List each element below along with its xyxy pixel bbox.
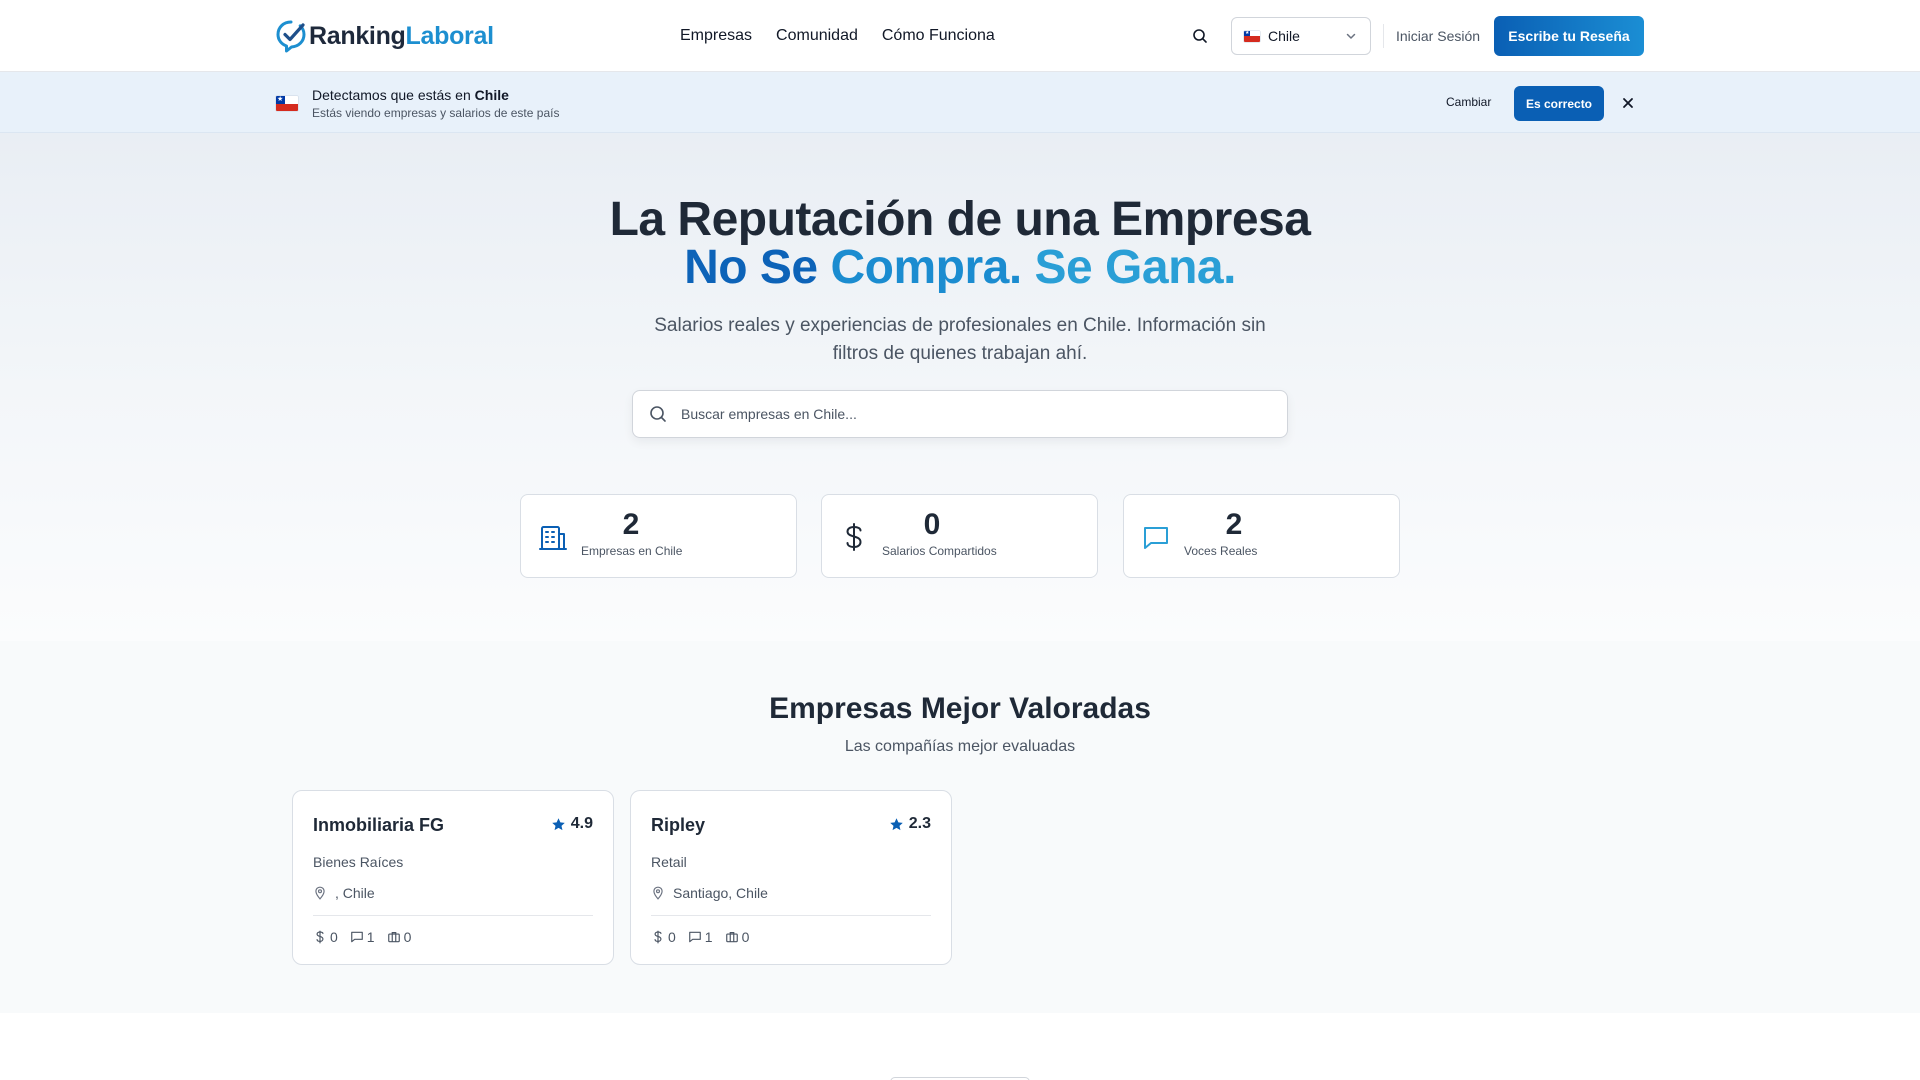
map-pin-icon bbox=[653, 886, 663, 900]
header-search-button[interactable] bbox=[1188, 24, 1212, 48]
nav-comunidad[interactable]: Comunidad bbox=[776, 24, 858, 48]
dollar-icon bbox=[846, 523, 862, 551]
company-name: Inmobiliaria FG bbox=[313, 815, 445, 835]
review-count: 1 bbox=[688, 928, 713, 946]
stat-card-salaries: 0 Salarios Compartidos bbox=[821, 494, 1098, 578]
logo-check-icon bbox=[276, 20, 306, 53]
dollar-icon bbox=[654, 930, 662, 944]
stat-card-companies: 2 Empresas en Chile bbox=[520, 494, 797, 578]
search-icon bbox=[1193, 29, 1207, 43]
stat-label: Empresas en Chile bbox=[581, 544, 683, 558]
map-pin-icon bbox=[315, 886, 325, 900]
logo-text: RankingLaboral bbox=[309, 21, 494, 50]
stat-label: Salarios Compartidos bbox=[882, 544, 997, 558]
company-location: Santiago, Chile bbox=[651, 884, 768, 902]
hero-title: La Reputación de una Empresa bbox=[609, 193, 1311, 246]
hero-subtitle: No Se Compra. Se Gana. bbox=[684, 241, 1236, 294]
job-count: 0 bbox=[725, 928, 749, 946]
company-industry: Bienes Raíces bbox=[313, 854, 404, 870]
top-rated-section: Empresas Mejor Valoradas Las compañías m… bbox=[0, 641, 1920, 1013]
logo[interactable]: RankingLaboral bbox=[275, 18, 494, 54]
company-metrics: 0 1 0 bbox=[313, 928, 411, 946]
company-rating: 4.9 bbox=[551, 813, 593, 835]
company-industry: Retail bbox=[651, 854, 687, 870]
banner-subtitle: Estás viendo empresas y salarios de este… bbox=[312, 106, 560, 120]
stat-label: Voces Reales bbox=[1184, 544, 1258, 558]
stat-value: 2 bbox=[1225, 508, 1243, 541]
company-name: Ripley bbox=[651, 815, 706, 835]
review-count: 1 bbox=[350, 928, 375, 946]
hero-section: La Reputación de una Empresa No Se Compr… bbox=[0, 133, 1920, 641]
login-link[interactable]: Iniciar Sesión bbox=[1396, 26, 1480, 46]
building-icon bbox=[539, 526, 567, 550]
briefcase-icon bbox=[725, 932, 738, 943]
chile-flag-icon: ★ bbox=[276, 96, 298, 111]
chile-flag-icon: ★ bbox=[1244, 30, 1260, 42]
stat-value: 0 bbox=[923, 508, 941, 541]
card-divider bbox=[313, 915, 593, 916]
close-banner-button[interactable] bbox=[1619, 94, 1637, 112]
change-country-button[interactable]: Cambiar bbox=[1440, 92, 1497, 112]
company-metrics: 0 1 0 bbox=[651, 928, 749, 946]
salary-count: 0 bbox=[651, 928, 676, 946]
country-select[interactable]: ★ Chile bbox=[1231, 17, 1371, 55]
chat-icon bbox=[350, 931, 363, 943]
company-rating: 2.3 bbox=[889, 813, 931, 835]
chat-icon bbox=[688, 931, 701, 943]
company-card[interactable]: Ripley 2.3 Retail Santiago, Chile 0 1 0 bbox=[630, 790, 952, 965]
job-count: 0 bbox=[387, 928, 411, 946]
company-card[interactable]: Inmobiliaria FG 4.9 Bienes Raíces , Chil… bbox=[292, 790, 614, 965]
country-select-label: Chile bbox=[1268, 28, 1300, 44]
banner-title: Detectamos que estás en Chile bbox=[312, 87, 509, 103]
nav-empresas[interactable]: Empresas bbox=[680, 24, 752, 48]
section-subtitle: Las compañías mejor evaluadas bbox=[844, 738, 1076, 755]
salary-count: 0 bbox=[313, 928, 338, 946]
briefcase-icon bbox=[387, 932, 400, 943]
chat-icon bbox=[1144, 527, 1168, 549]
close-icon bbox=[1623, 98, 1633, 108]
header-divider bbox=[1383, 24, 1384, 48]
stat-card-voices: 2 Voces Reales bbox=[1123, 494, 1400, 578]
company-search bbox=[632, 390, 1288, 438]
chevron-down-icon bbox=[1346, 33, 1356, 39]
country-detection-banner: ★ Detectamos que estás en Chile Estás vi… bbox=[0, 72, 1920, 133]
write-review-button[interactable]: Escribe tu Reseña bbox=[1494, 16, 1644, 56]
company-search-input[interactable] bbox=[681, 406, 1241, 422]
main-nav: Empresas Comunidad Cómo Funciona bbox=[680, 24, 995, 48]
dollar-icon bbox=[316, 930, 324, 944]
company-location: , Chile bbox=[313, 884, 375, 902]
section-title: Empresas Mejor Valoradas bbox=[769, 692, 1151, 725]
hero-description: Salarios reales y experiencias de profes… bbox=[654, 315, 1266, 364]
stat-value: 2 bbox=[622, 508, 640, 541]
star-icon bbox=[552, 817, 565, 830]
confirm-country-button[interactable]: Es correcto bbox=[1514, 86, 1604, 121]
nav-como-funciona[interactable]: Cómo Funciona bbox=[882, 24, 995, 48]
site-header: RankingLaboral Empresas Comunidad Cómo F… bbox=[0, 0, 1920, 72]
card-divider bbox=[651, 915, 931, 916]
star-icon bbox=[890, 817, 903, 830]
search-icon bbox=[650, 406, 666, 422]
